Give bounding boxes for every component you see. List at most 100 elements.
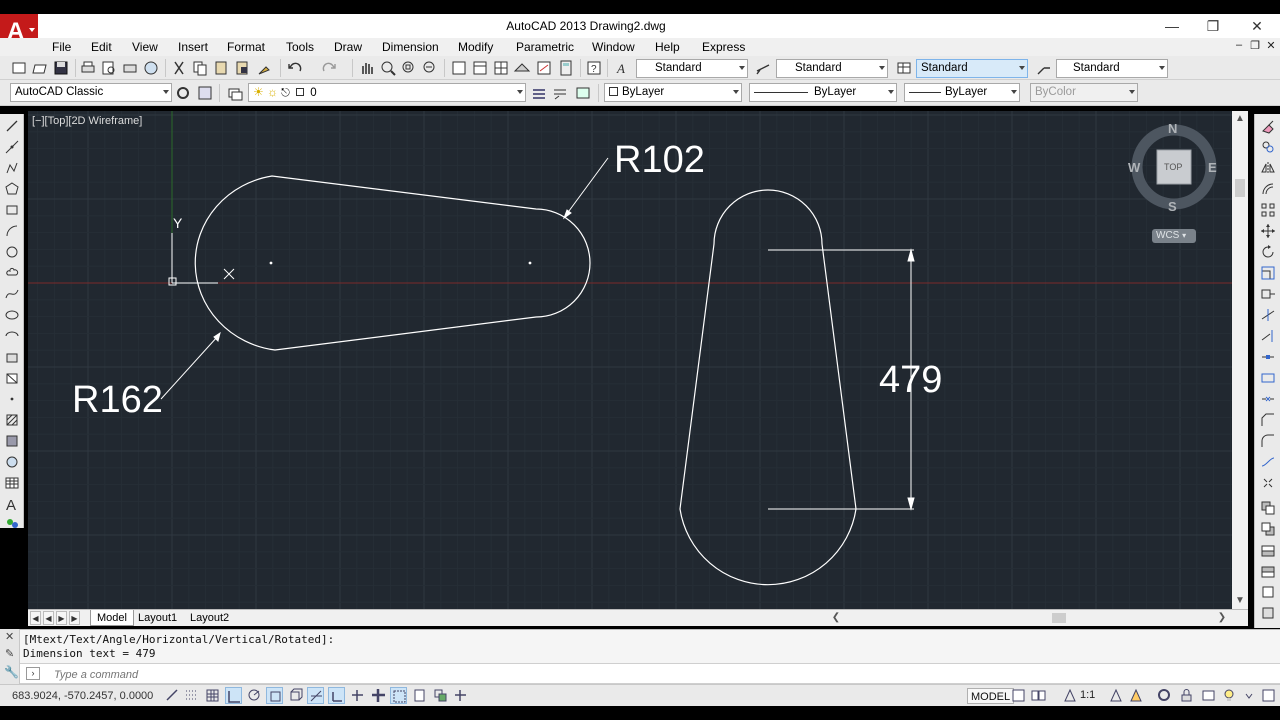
polygon-icon[interactable]: [4, 181, 20, 197]
layer-state-icon[interactable]: [574, 84, 592, 102]
menu-dimension[interactable]: Dimension: [382, 40, 439, 54]
dim-style-icon[interactable]: [754, 59, 772, 77]
hardware-acceleration-icon[interactable]: [1200, 687, 1217, 704]
save-icon[interactable]: [52, 59, 70, 77]
customize-command-line-icon[interactable]: ✎: [5, 647, 14, 660]
prev-layout-icon[interactable]: ◀: [43, 611, 54, 625]
compass-west[interactable]: W: [1128, 160, 1140, 175]
new-icon[interactable]: [10, 59, 28, 77]
draw-order-front-icon[interactable]: [1260, 500, 1276, 516]
model-space-toggle[interactable]: MODEL: [967, 688, 1015, 704]
scroll-left-icon[interactable]: ❮: [828, 610, 844, 626]
layer-previous-icon[interactable]: [551, 84, 569, 102]
menu-tools[interactable]: Tools: [286, 40, 314, 54]
ortho-mode-icon[interactable]: [225, 687, 242, 704]
match-properties-icon[interactable]: [256, 59, 274, 77]
circle-icon[interactable]: [4, 244, 20, 260]
drawing-canvas[interactable]: [−][Top][2D Wireframe] R102 R162 479 Y N…: [28, 111, 1232, 609]
trim-icon[interactable]: [1260, 307, 1276, 323]
ellipse-arc-icon[interactable]: [4, 328, 20, 344]
toolbar-lock-icon[interactable]: [1178, 687, 1195, 704]
rotate-icon[interactable]: [1260, 244, 1276, 260]
calculator-icon[interactable]: [557, 59, 575, 77]
restore-button[interactable]: ❐: [1203, 17, 1223, 35]
rectangle-icon[interactable]: [4, 202, 20, 218]
arc-icon[interactable]: [4, 223, 20, 239]
send-under-icon[interactable]: [1260, 563, 1276, 579]
isolate-objects-icon[interactable]: [1221, 687, 1238, 704]
add-selected-icon[interactable]: [4, 514, 20, 530]
vertical-scroll-thumb[interactable]: [1235, 179, 1245, 197]
ellipse-icon[interactable]: [4, 307, 20, 323]
menu-format[interactable]: Format: [227, 40, 265, 54]
revision-cloud-icon[interactable]: [4, 265, 20, 281]
insert-block-icon[interactable]: [4, 349, 20, 365]
bring-dims-front-icon[interactable]: [1260, 605, 1276, 621]
object-snap-icon[interactable]: [266, 687, 283, 704]
dynamic-input-icon[interactable]: [349, 687, 366, 704]
construction-line-icon[interactable]: [4, 139, 20, 155]
scale-icon[interactable]: [1260, 265, 1276, 281]
snap-mode-icon[interactable]: [183, 687, 200, 704]
open-icon[interactable]: [31, 59, 49, 77]
first-layout-icon[interactable]: ◀: [30, 611, 41, 625]
pan-icon[interactable]: [358, 59, 376, 77]
3d-print-icon[interactable]: [142, 59, 160, 77]
polyline-icon[interactable]: [4, 160, 20, 176]
annotation-monitor-icon[interactable]: [452, 687, 469, 704]
horizontal-scroll-thumb[interactable]: [1052, 613, 1066, 623]
selection-cycling-icon[interactable]: [432, 687, 449, 704]
block-paste-icon[interactable]: [233, 59, 251, 77]
lineweight-select[interactable]: ByLayer: [904, 83, 1020, 102]
auto-scale-icon[interactable]: [1128, 687, 1145, 704]
break-at-point-icon[interactable]: [1260, 349, 1276, 365]
lineweight-icon[interactable]: [370, 687, 387, 704]
bring-above-icon[interactable]: [1260, 542, 1276, 558]
workspace-settings-icon[interactable]: [174, 84, 192, 102]
wcs-menu[interactable]: WCS ▾: [1152, 229, 1196, 243]
gradient-icon[interactable]: [4, 433, 20, 449]
bring-text-front-icon[interactable]: [1260, 584, 1276, 600]
offset-icon[interactable]: [1260, 181, 1276, 197]
text-style-select[interactable]: Standard: [636, 59, 748, 78]
line-icon[interactable]: [4, 118, 20, 134]
horizontal-scrollbar[interactable]: ❮ ❯: [824, 611, 1232, 625]
erase-icon[interactable]: [1260, 118, 1276, 134]
tool-palettes-icon[interactable]: [492, 59, 510, 77]
markup-icon[interactable]: [535, 59, 553, 77]
break-icon[interactable]: [1260, 370, 1276, 386]
menu-edit[interactable]: Edit: [91, 40, 112, 54]
make-current-icon[interactable]: [530, 84, 548, 102]
undo-icon[interactable]: [286, 59, 304, 77]
explode-icon[interactable]: [1260, 475, 1276, 491]
compass-east[interactable]: E: [1208, 160, 1217, 175]
compass-south[interactable]: S: [1168, 199, 1177, 214]
region-icon[interactable]: [4, 454, 20, 470]
status-menu-icon[interactable]: [1241, 687, 1258, 704]
clean-screen-icon[interactable]: [1260, 687, 1277, 704]
3d-osnap-icon[interactable]: [287, 687, 304, 704]
command-settings-icon[interactable]: 🔧: [4, 665, 19, 679]
minimize-button[interactable]: —: [1162, 17, 1182, 35]
table-icon[interactable]: [4, 475, 20, 491]
workspace-select[interactable]: AutoCAD Classic: [10, 83, 172, 102]
menu-view[interactable]: View: [132, 40, 158, 54]
quick-view-layouts-icon[interactable]: [1010, 687, 1027, 704]
fillet-icon[interactable]: [1260, 433, 1276, 449]
properties-icon[interactable]: [450, 59, 468, 77]
compass-north[interactable]: N: [1168, 121, 1177, 136]
quick-properties-icon[interactable]: [411, 687, 428, 704]
close-command-line-icon[interactable]: ✕: [5, 630, 14, 643]
scroll-down-icon[interactable]: ▼: [1232, 593, 1248, 609]
recent-commands-icon[interactable]: ›: [26, 667, 40, 680]
join-icon[interactable]: [1260, 391, 1276, 407]
viewport-controls[interactable]: [−][Top][2D Wireframe]: [32, 115, 142, 127]
mirror-icon[interactable]: [1260, 160, 1276, 176]
publish-icon[interactable]: [121, 59, 139, 77]
table-style-select[interactable]: Standard: [916, 59, 1028, 78]
annotation-visibility-icon[interactable]: [1108, 687, 1125, 704]
menu-express[interactable]: Express: [702, 40, 745, 54]
copy-icon[interactable]: [191, 59, 209, 77]
point-icon[interactable]: [4, 391, 20, 407]
annotation-scale-icon[interactable]: [1062, 687, 1079, 704]
